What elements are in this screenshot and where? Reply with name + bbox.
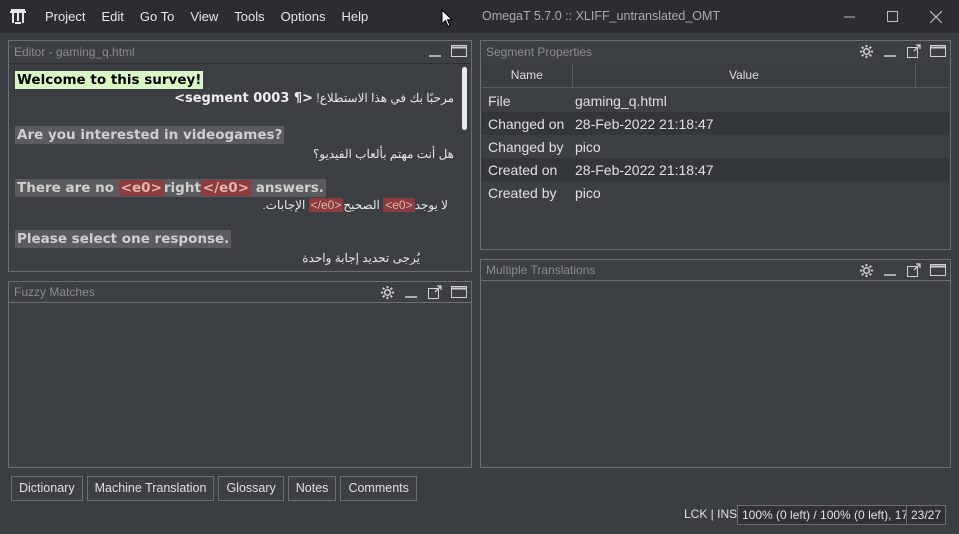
properties-table: Name Value File gaming_q.html Changed on… <box>482 63 949 204</box>
tab-machine-translation[interactable]: Machine Translation <box>86 476 215 501</box>
property-name: Changed on <box>488 115 565 132</box>
minimize-panel-icon[interactable] <box>881 42 899 60</box>
column-header-value[interactable]: Value <box>573 63 917 87</box>
property-name: File <box>488 92 511 109</box>
bottom-tab-bar: Dictionary Machine Translation Glossary … <box>11 476 417 501</box>
fuzzy-title: Fuzzy Matches <box>14 285 95 299</box>
tab-dictionary[interactable]: Dictionary <box>11 476 83 501</box>
menu-options[interactable]: Options <box>273 0 334 33</box>
segment-source: Welcome to this survey! <box>15 71 204 89</box>
property-value: pico <box>575 138 601 155</box>
progress-status: 100% (0 left) / 100% (0 left), 17 <box>737 505 914 525</box>
property-value: 28-Feb-2022 21:18:47 <box>575 115 714 132</box>
fuzzy-matches-panel: Fuzzy Matches <box>8 281 472 468</box>
segment-target: مرحبًا بك في هذا الاستطلاع! <box>316 91 454 105</box>
editor-scrollbar[interactable] <box>462 67 467 130</box>
segment-target: يُرجى تحديد إجابة واحدة <box>302 251 420 265</box>
undock-icon[interactable] <box>426 283 444 301</box>
minimize-panel-icon[interactable] <box>426 42 444 60</box>
segment-target-row[interactable]: <segment 0003 ¶> مرحبًا بك في هذا الاستط… <box>10 91 470 106</box>
segment-source: There are no <e0> right </e0> answers. <box>15 179 326 197</box>
segment-3[interactable]: There are no <e0> right </e0> answers. <box>10 179 470 197</box>
menu-edit[interactable]: Edit <box>93 0 131 33</box>
property-name: Created by <box>488 184 557 201</box>
minimize-panel-icon[interactable] <box>402 283 420 301</box>
segment-count-status: 23/27 <box>906 505 947 525</box>
segment-target: هل أنت مهتم بألعاب الفيديو؟ <box>312 147 454 161</box>
props-title: Segment Properties <box>486 44 593 59</box>
editor-content[interactable]: Welcome to this survey! <segment 0003 ¶>… <box>10 63 470 270</box>
multiple-translations-panel: Multiple Translations <box>480 259 951 468</box>
tab-comments[interactable]: Comments <box>340 476 417 501</box>
table-row[interactable]: Changed by pico <box>482 135 949 158</box>
maximize-panel-icon[interactable] <box>450 42 468 60</box>
tab-notes[interactable]: Notes <box>287 476 337 501</box>
segment-properties-panel: Segment Properties Name Value File gamin… <box>480 40 951 250</box>
table-row[interactable]: Changed on 28-Feb-2022 21:18:47 <box>482 112 949 135</box>
table-row[interactable]: Created on 28-Feb-2022 21:18:47 <box>482 158 949 181</box>
property-value: pico <box>575 184 601 201</box>
fuzzy-header: Fuzzy Matches <box>9 282 471 303</box>
lock-insert-status: LCK | INS <box>684 507 738 521</box>
property-value: 28-Feb-2022 21:18:47 <box>575 161 714 178</box>
segment-target: لا يوجد<e0> الصحيح</e0> الإجابات. <box>262 198 448 212</box>
table-header: Name Value <box>482 63 949 88</box>
undock-icon[interactable] <box>905 42 923 60</box>
segment-source: Are you interested in videogames? <box>15 126 285 144</box>
tab-glossary[interactable]: Glossary <box>218 476 284 501</box>
editor-title: Editor - gaming_q.html <box>14 44 135 59</box>
minimize-icon[interactable] <box>826 0 872 33</box>
tag-e0-close: </e0> <box>200 180 252 196</box>
props-header: Segment Properties <box>481 41 950 62</box>
window-title: OmegaT 5.7.0 :: XLIFF_untranslated_OMT <box>482 9 721 23</box>
maximize-panel-icon[interactable] <box>929 42 947 60</box>
gear-icon[interactable] <box>857 261 875 279</box>
property-name: Created on <box>488 161 558 178</box>
multi-header: Multiple Translations <box>481 260 950 281</box>
maximize-panel-icon[interactable] <box>929 261 947 279</box>
segment-2[interactable]: Are you interested in videogames? <box>10 126 470 144</box>
segment-1[interactable]: Welcome to this survey! <box>10 71 470 89</box>
editor-panel: Editor - gaming_q.html Welcome to this s… <box>8 40 472 272</box>
minimize-panel-icon[interactable] <box>881 261 899 279</box>
editor-header: Editor - gaming_q.html <box>9 41 471 62</box>
menu-view[interactable]: View <box>182 0 226 33</box>
tag-e0-close: </e0> <box>308 198 344 212</box>
menu-goto[interactable]: Go To <box>132 0 182 33</box>
menu-tools[interactable]: Tools <box>226 0 272 33</box>
table-row[interactable]: File gaming_q.html <box>482 89 949 112</box>
gear-icon[interactable] <box>857 42 875 60</box>
close-icon[interactable] <box>913 0 959 33</box>
segment-4[interactable]: Please select one response. <box>10 230 470 248</box>
undock-icon[interactable] <box>905 261 923 279</box>
multi-title: Multiple Translations <box>486 263 596 277</box>
segment-source: Please select one response. <box>15 230 232 248</box>
segment-marker: <segment 0003 ¶> <box>174 91 314 106</box>
tag-e0-open: <e0> <box>383 198 415 212</box>
column-header-name[interactable]: Name <box>482 63 573 87</box>
omegat-logo-icon <box>7 6 29 28</box>
table-row[interactable]: Created by pico <box>482 181 949 204</box>
gear-icon[interactable] <box>378 283 396 301</box>
property-name: Changed by <box>488 138 564 155</box>
menu-help[interactable]: Help <box>333 0 376 33</box>
maximize-icon[interactable] <box>869 0 915 33</box>
menu-project[interactable]: Project <box>37 0 93 33</box>
property-value: gaming_q.html <box>575 92 667 109</box>
mouse-cursor-icon <box>441 9 453 28</box>
maximize-panel-icon[interactable] <box>450 283 468 301</box>
title-bar: Project Edit Go To View Tools Options He… <box>0 0 959 33</box>
tag-e0-open: <e0> <box>118 180 164 196</box>
